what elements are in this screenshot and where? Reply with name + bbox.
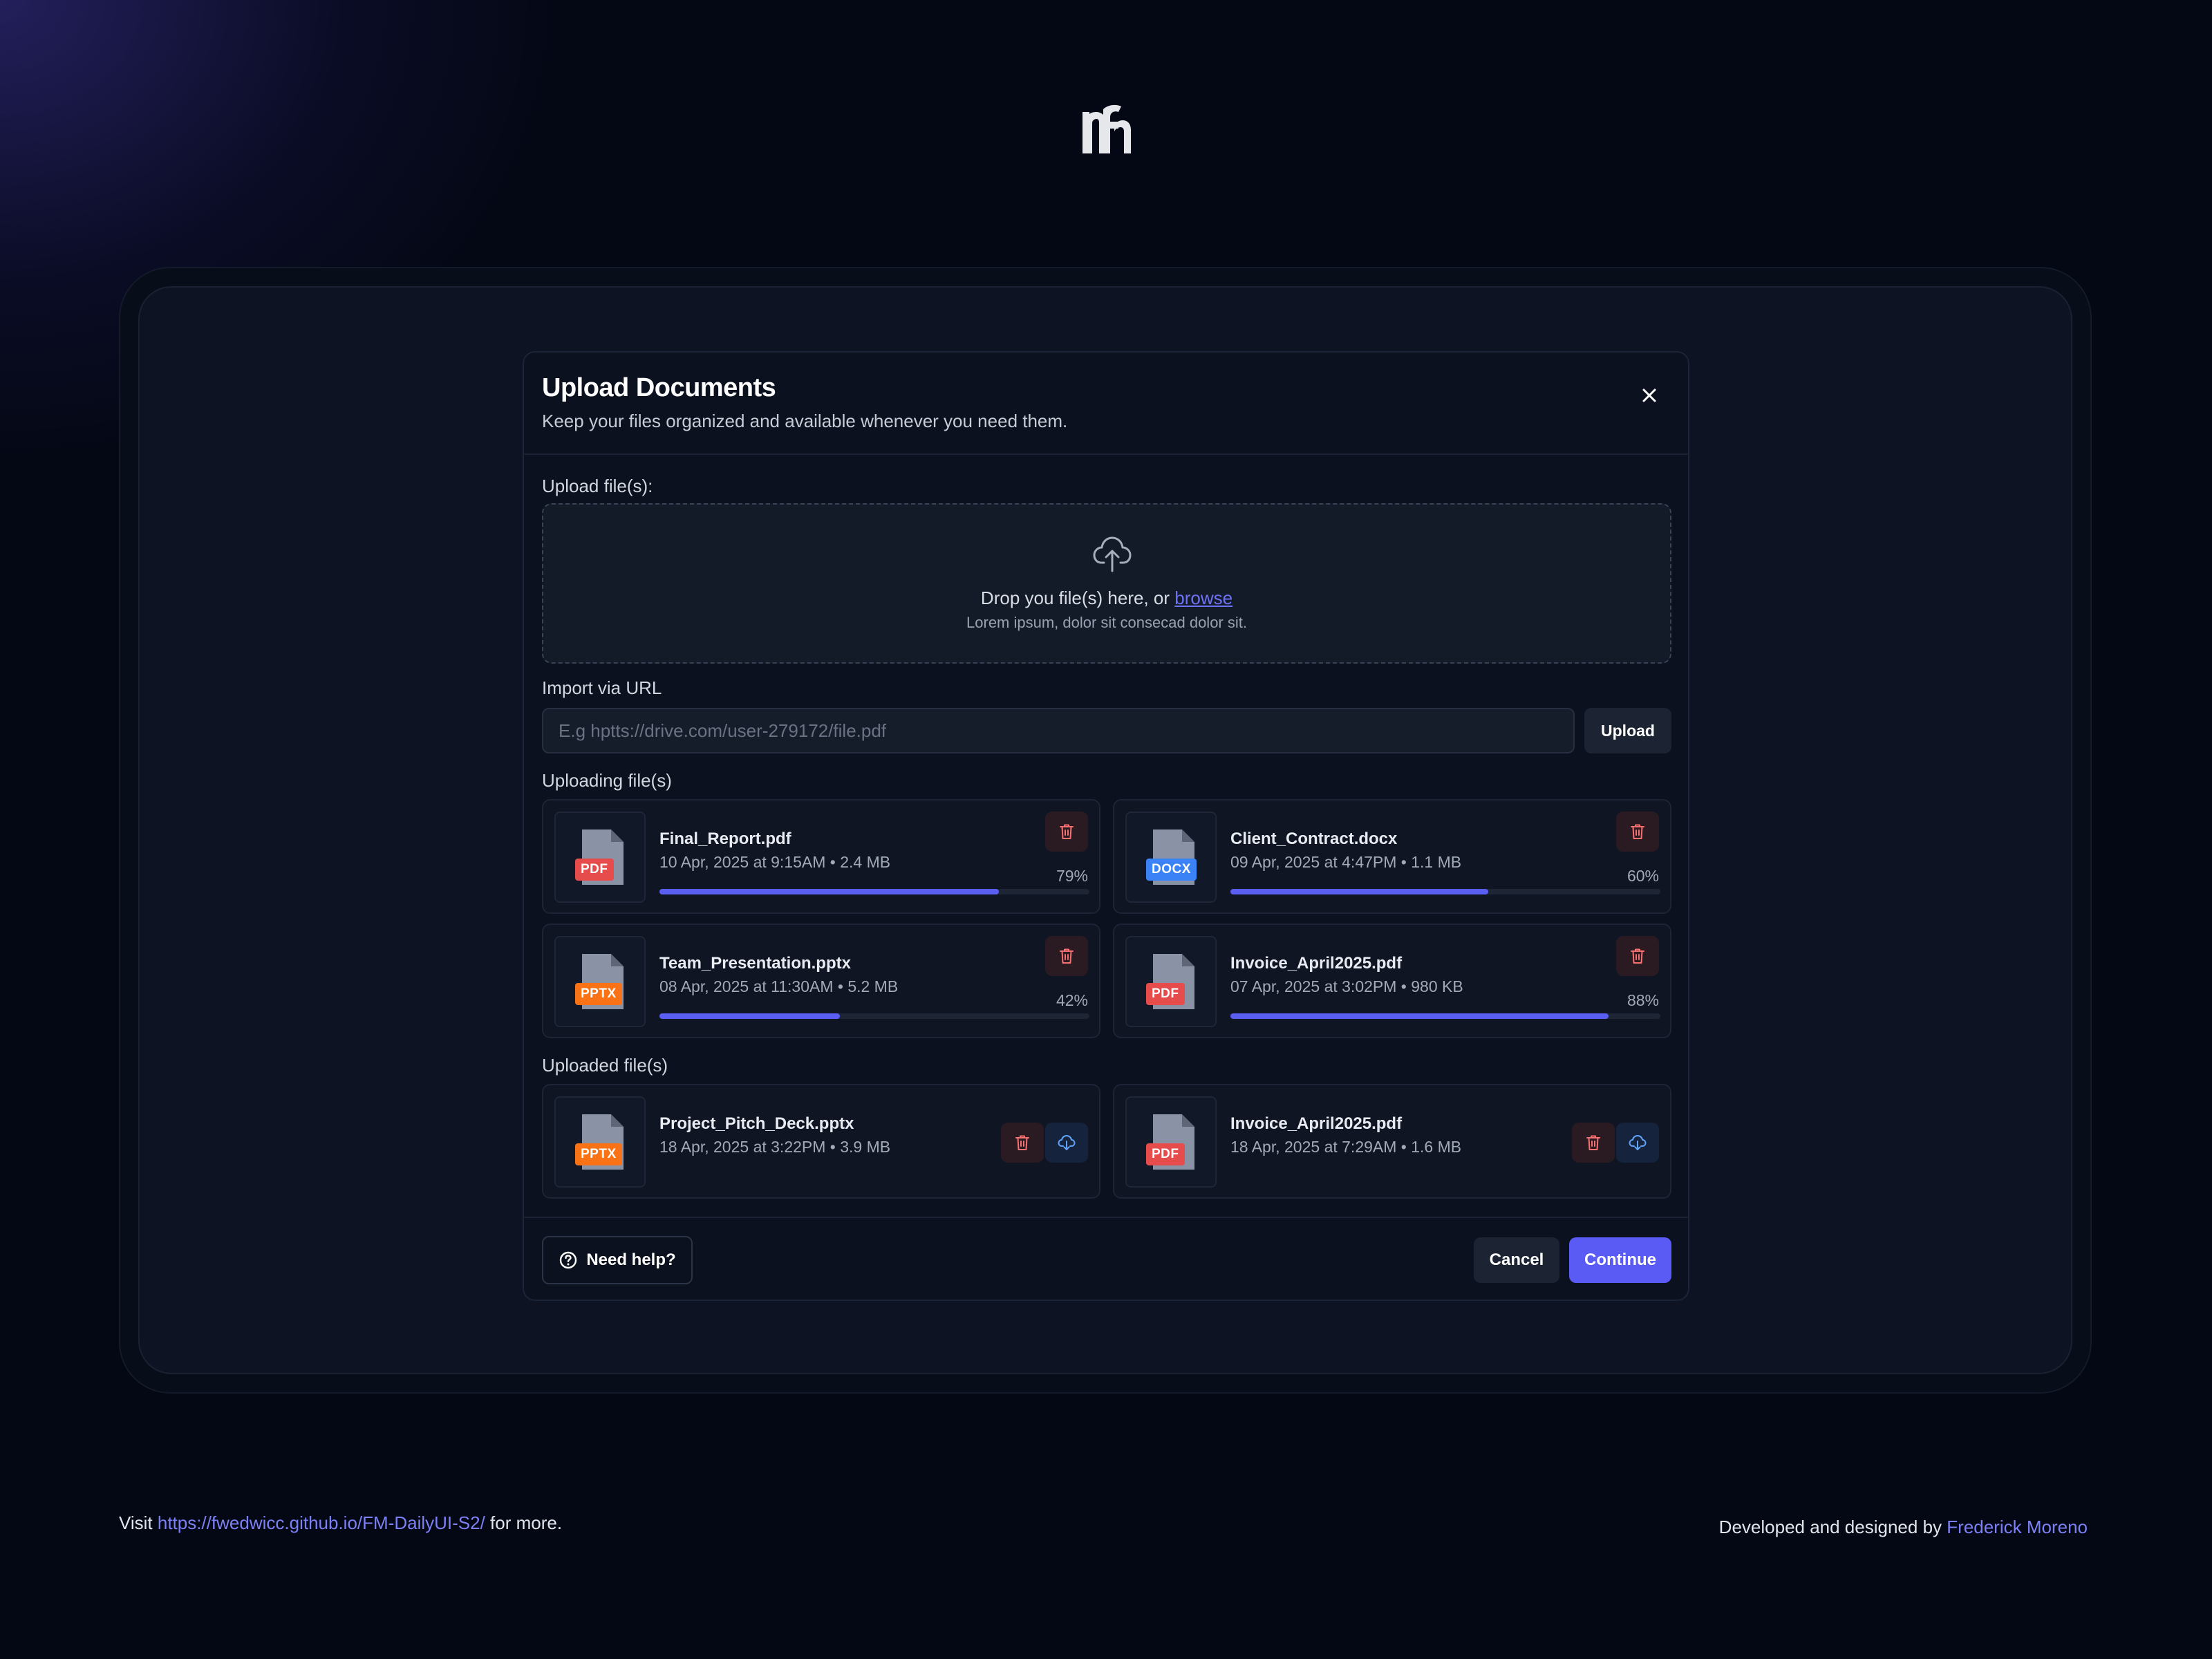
progress-bar-fill xyxy=(1230,1013,1609,1019)
continue-button[interactable]: Continue xyxy=(1569,1237,1671,1283)
visit-footer-text: Visit https://fwedwicc.github.io/FM-Dail… xyxy=(119,1512,562,1534)
trash-icon xyxy=(1015,1134,1030,1151)
delete-file-button[interactable] xyxy=(1616,812,1659,852)
dropzone-drop-text: Drop you file(s) here, or xyxy=(981,588,1174,608)
file-name: Team_Presentation.pptx xyxy=(659,954,851,973)
file-card: DOCX Client_Contract.docx 09 Apr, 2025 at … xyxy=(1113,799,1671,914)
file-type-badge: PDF xyxy=(1146,1143,1185,1165)
credit-prefix: Developed and designed by xyxy=(1719,1517,1947,1537)
url-upload-button[interactable]: Upload xyxy=(1584,708,1671,753)
file-card: PPTX Team_Presentation.pptx 08 Apr, 2025 a… xyxy=(542,924,1100,1038)
download-file-button[interactable] xyxy=(1045,1123,1088,1163)
close-icon xyxy=(1641,387,1658,404)
dropzone-text: Drop you file(s) here, or browse xyxy=(543,588,1670,609)
file-meta: 07 Apr, 2025 at 3:02PM • 980 KB xyxy=(1230,977,1463,996)
progress-percent: 88% xyxy=(1627,991,1659,1010)
file-thumbnail: PDF xyxy=(554,812,646,903)
modal-title: Upload Documents xyxy=(542,373,776,403)
download-file-button[interactable] xyxy=(1616,1123,1659,1163)
file-card: PDF Invoice_April2025.pdf 18 Apr, 2025 at … xyxy=(1113,1084,1671,1199)
file-thumbnail: PPTX xyxy=(554,936,646,1027)
file-thumbnail: DOCX xyxy=(1125,812,1217,903)
browse-link[interactable]: browse xyxy=(1174,588,1232,608)
file-thumbnail: PPTX xyxy=(554,1096,646,1188)
file-type-badge: PDF xyxy=(575,859,614,881)
progress-bar-fill xyxy=(1230,889,1488,894)
progress-percent: 42% xyxy=(1056,991,1088,1010)
modal-footer: Need help? Cancel Continue xyxy=(524,1217,1688,1301)
file-type-badge: PPTX xyxy=(575,1143,622,1165)
file-card: PPTX Project_Pitch_Deck.pptx 18 Apr, 2025 … xyxy=(542,1084,1100,1199)
uploading-files-label: Uploading file(s) xyxy=(542,770,672,791)
file-thumbnail: PDF xyxy=(1125,936,1217,1027)
file-type-badge: PPTX xyxy=(575,983,622,1005)
cloud-download-icon xyxy=(1058,1134,1076,1151)
progress-percent: 60% xyxy=(1627,867,1659,885)
file-name: Invoice_April2025.pdf xyxy=(1230,954,1402,973)
cancel-button[interactable]: Cancel xyxy=(1474,1237,1559,1283)
file-meta: 10 Apr, 2025 at 9:15AM • 2.4 MB xyxy=(659,853,890,872)
progress-bar xyxy=(659,1013,1089,1019)
delete-file-button[interactable] xyxy=(1045,812,1088,852)
help-circle-icon xyxy=(559,1250,578,1270)
trash-icon xyxy=(1059,948,1074,964)
cloud-download-icon xyxy=(1629,1134,1647,1151)
upload-documents-modal: Upload Documents Keep your files organiz… xyxy=(523,351,1689,1301)
progress-percent: 79% xyxy=(1056,867,1088,885)
modal-header: Upload Documents Keep your files organiz… xyxy=(524,353,1688,455)
file-name: Client_Contract.docx xyxy=(1230,830,1397,849)
close-button[interactable] xyxy=(1635,382,1663,409)
import-url-label: Import via URL xyxy=(542,677,662,699)
cloud-upload-icon xyxy=(1091,532,1133,574)
delete-file-button[interactable] xyxy=(1616,936,1659,976)
file-meta: 08 Apr, 2025 at 11:30AM • 5.2 MB xyxy=(659,977,898,996)
visit-suffix: for more. xyxy=(485,1512,562,1533)
file-name: Project_Pitch_Deck.pptx xyxy=(659,1114,854,1134)
delete-file-button[interactable] xyxy=(1045,936,1088,976)
file-name: Final_Report.pdf xyxy=(659,830,791,849)
visit-prefix: Visit xyxy=(119,1512,158,1533)
file-meta: 09 Apr, 2025 at 4:47PM • 1.1 MB xyxy=(1230,853,1461,872)
dropzone-hint: Lorem ipsum, dolor sit consecad dolor si… xyxy=(543,614,1670,632)
file-card: PDF Final_Report.pdf 10 Apr, 2025 at 9:15A… xyxy=(542,799,1100,914)
file-dropzone[interactable]: Drop you file(s) here, or browse Lorem i… xyxy=(542,503,1671,664)
file-meta: 18 Apr, 2025 at 7:29AM • 1.6 MB xyxy=(1230,1138,1461,1156)
trash-icon xyxy=(1630,948,1645,964)
progress-bar xyxy=(659,889,1089,894)
progress-bar xyxy=(1230,889,1660,894)
need-help-label: Need help? xyxy=(586,1250,675,1270)
delete-file-button[interactable] xyxy=(1572,1123,1615,1163)
trash-icon xyxy=(1630,823,1645,840)
progress-bar xyxy=(1230,1013,1660,1019)
file-card: PDF Invoice_April2025.pdf 07 Apr, 2025 at … xyxy=(1113,924,1671,1038)
file-meta: 18 Apr, 2025 at 3:22PM • 3.9 MB xyxy=(659,1138,890,1156)
trash-icon xyxy=(1586,1134,1601,1151)
file-name: Invoice_April2025.pdf xyxy=(1230,1114,1402,1134)
credit-footer-text: Developed and designed by Frederick More… xyxy=(1719,1517,2088,1538)
file-thumbnail: PDF xyxy=(1125,1096,1217,1188)
delete-file-button[interactable] xyxy=(1001,1123,1044,1163)
need-help-button[interactable]: Need help? xyxy=(542,1236,693,1284)
credit-name-link[interactable]: Frederick Moreno xyxy=(1947,1517,2088,1537)
progress-bar-fill xyxy=(659,1013,840,1019)
modal-subtitle: Keep your files organized and available … xyxy=(542,411,1067,432)
uploaded-files-label: Uploaded file(s) xyxy=(542,1055,668,1076)
file-type-badge: DOCX xyxy=(1146,859,1197,881)
upload-files-label: Upload file(s): xyxy=(542,476,653,497)
brand-logo-icon xyxy=(1081,104,1131,153)
trash-icon xyxy=(1059,823,1074,840)
file-type-badge: PDF xyxy=(1146,983,1185,1005)
progress-bar-fill xyxy=(659,889,999,894)
visit-link[interactable]: https://fwedwicc.github.io/FM-DailyUI-S2… xyxy=(158,1512,485,1533)
url-input[interactable] xyxy=(542,708,1575,753)
